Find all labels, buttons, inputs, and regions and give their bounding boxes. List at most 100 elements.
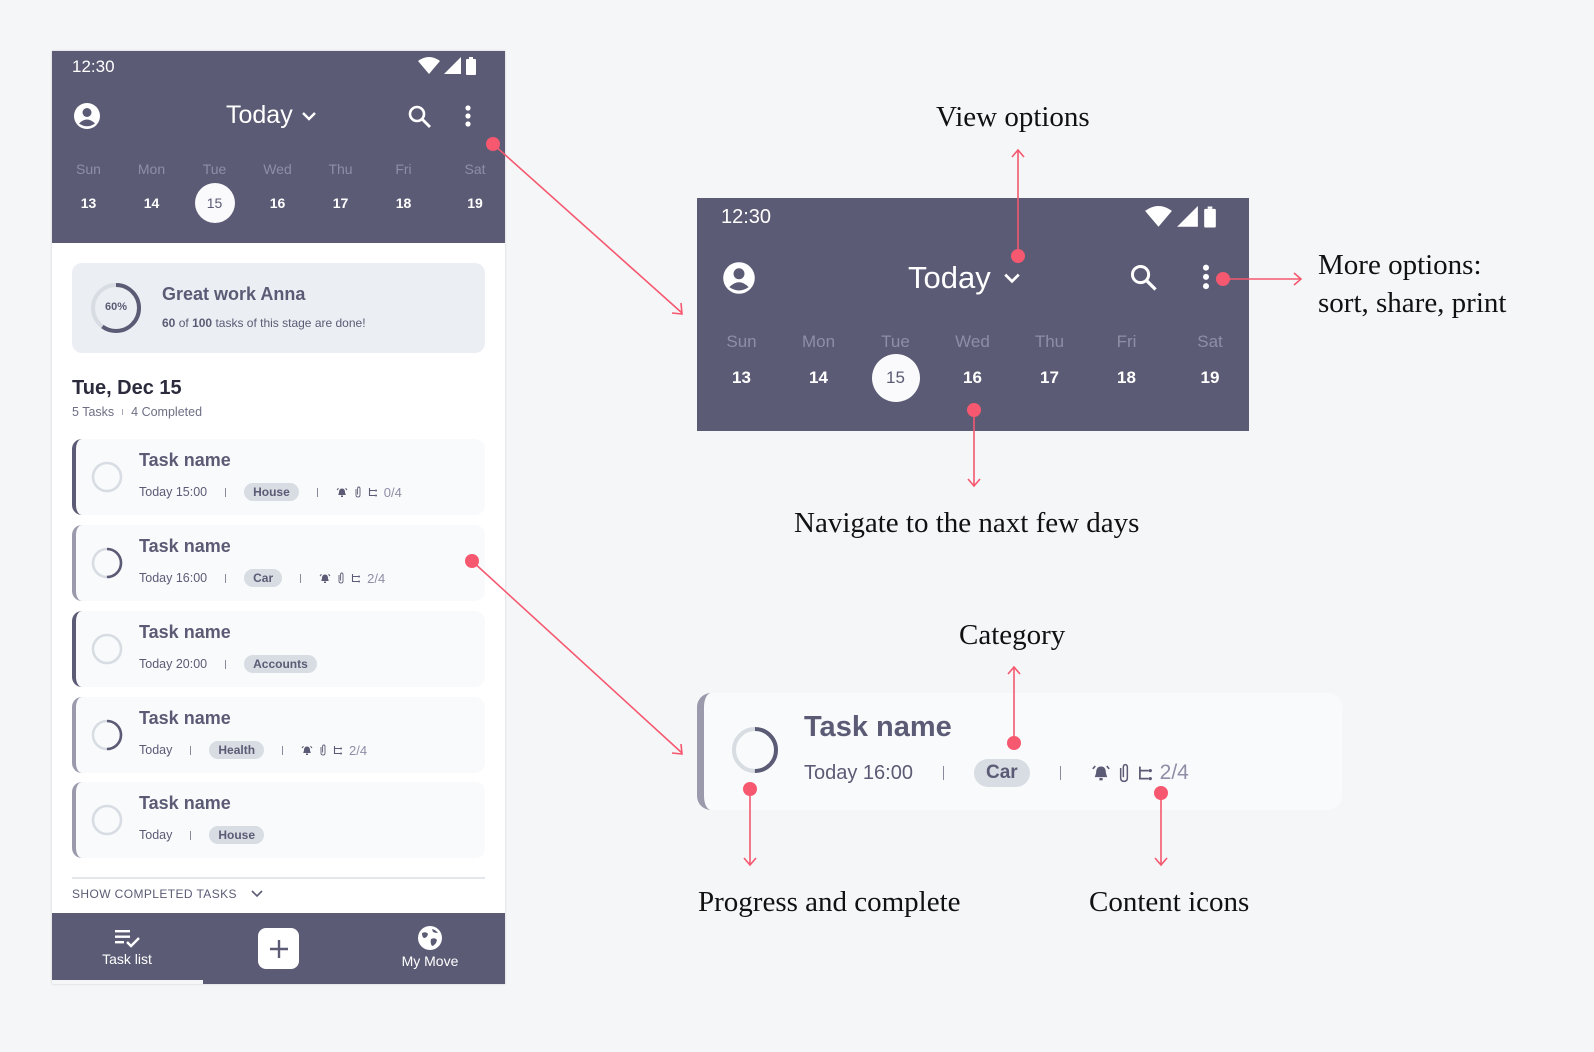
separator (300, 573, 302, 583)
day-wed[interactable]: Wed 16 (246, 161, 309, 223)
annotation-category: Category (959, 619, 1066, 651)
day-mon[interactable]: Mon 14 (120, 161, 183, 223)
chevron-down-icon (1004, 273, 1020, 284)
task-name: Task name (139, 450, 231, 470)
category-chip[interactable]: Car (244, 569, 283, 587)
task-complete-checkbox[interactable] (90, 803, 124, 837)
active-tab-indicator (52, 980, 203, 984)
nav-my-move[interactable]: My Move (385, 925, 475, 969)
annotation-progress: Progress and complete (698, 886, 961, 918)
subtask-count: 2/4 (349, 742, 368, 758)
day-tue-selected[interactable]: Tue 15 (183, 161, 246, 223)
task-card[interactable]: Task name Today 15:00 House 0/4 (72, 439, 485, 515)
task-name: Task name (804, 711, 952, 743)
attachment-icon (320, 744, 326, 756)
day-fri[interactable]: Fri 18 (372, 161, 435, 223)
task-list-icon (115, 930, 140, 948)
day-thu[interactable]: Thu 17 (309, 161, 372, 223)
task-card[interactable]: Task name Today House (72, 782, 485, 858)
progress-percent: 60% (104, 301, 128, 313)
day-tue-selected: Tue 15 (857, 332, 934, 402)
task-time: Today (139, 743, 173, 757)
connector-navigate-arrowhead (967, 478, 981, 488)
connector-header-line (492, 143, 683, 314)
connector-category-arrowhead (1007, 665, 1021, 675)
annotation-view-options: View options (936, 101, 1090, 133)
header-detail-panel: 12:30 Today Sun 13 Mon 14 Tue 15 Wed 16 Thu 1… (697, 198, 1249, 431)
separator (225, 573, 227, 583)
task-complete-checkbox[interactable] (90, 632, 124, 666)
attachment-icon (1119, 763, 1128, 783)
category-chip[interactable]: House (209, 826, 265, 844)
task-time: Today 16:00 (139, 571, 208, 585)
separator (316, 487, 318, 497)
wifi-icon (418, 57, 440, 74)
show-completed-toggle[interactable]: SHOW COMPLETED TASKS (72, 887, 263, 901)
task-complete-checkbox[interactable] (90, 718, 124, 752)
task-meta: Today 16:00 Car 2/4 (139, 569, 385, 587)
task-detail-panel: Task name Today 16:00 Car 2/4 (697, 693, 1342, 810)
more-vert-icon[interactable] (463, 104, 473, 130)
task-complete-checkbox[interactable] (90, 546, 124, 580)
status-time: 12:30 (721, 206, 772, 228)
content-icons: 2/4 (301, 743, 367, 758)
task-card[interactable]: Task name Today Health 2/4 (72, 697, 485, 773)
task-card[interactable]: Task name Today 20:00 Accounts (72, 611, 485, 687)
separator (225, 487, 227, 497)
separator (122, 409, 124, 415)
progress-summary-card: 60% Great work Anna 60 of 100 tasks of t… (72, 263, 485, 353)
add-task-button[interactable] (258, 928, 299, 969)
task-name: Task name (139, 536, 231, 556)
category-chip[interactable]: House (244, 483, 299, 501)
content-icons: 2/4 (1091, 761, 1189, 785)
annotation-more-options-2: sort, share, print (1318, 287, 1507, 319)
subtask-icon (368, 488, 377, 497)
annotation-more-options-1: More options: (1318, 249, 1482, 281)
view-selector[interactable]: Today (226, 101, 317, 130)
task-card[interactable]: Task name Today 16:00 Car 2/4 (72, 525, 485, 601)
status-time: 12:30 (72, 57, 115, 76)
account-circle-icon (723, 262, 755, 294)
day-sun[interactable]: Sun 13 (57, 161, 120, 223)
globe-icon (418, 926, 442, 950)
attachment-icon (355, 486, 361, 498)
subtask-icon (1138, 766, 1152, 781)
day-sat[interactable]: Sat 19 (435, 161, 505, 223)
battery-icon (466, 57, 476, 75)
task-complete-checkbox[interactable] (90, 460, 124, 494)
content-icons: 2/4 (319, 571, 385, 586)
separator (190, 745, 192, 755)
category-chip[interactable]: Health (209, 741, 265, 759)
attachment-icon (338, 572, 344, 584)
subtask-icon (352, 574, 361, 583)
account-circle-icon[interactable] (73, 102, 101, 130)
task-time: Today 20:00 (139, 657, 208, 671)
task-name: Task name (139, 708, 231, 728)
separator (282, 745, 284, 755)
more-vert-icon (1203, 264, 1209, 290)
week-strip: Sun 13 Mon 14 Tue 15 Wed 16 Thu 17 Fri 18 Sat 1… (703, 332, 1255, 402)
day-sat: Sat 19 (1197, 332, 1223, 387)
phone-screen: 12:30 Today Sun13 Mon14 Tue15 Wed16 (52, 51, 505, 984)
chevron-down-icon (251, 890, 263, 898)
content-icons: 0/4 (336, 485, 402, 500)
connector-header-arrowhead (671, 302, 683, 315)
nav-task-list[interactable]: Task list (82, 927, 172, 967)
task-time: Today 15:00 (139, 485, 208, 499)
date-heading: Tue, Dec 15 (72, 377, 182, 399)
wifi-icon (1145, 206, 1172, 227)
subtask-icon (333, 746, 343, 755)
date-subheading: 5 Tasks 4 Completed (72, 405, 203, 419)
task-meta: Today House (139, 826, 265, 844)
signal-icon (1177, 206, 1198, 227)
connector-view-options-arrowhead (1011, 148, 1025, 158)
day-thu: Thu 17 (1034, 332, 1065, 387)
summary-subtitle: 60 of 100 tasks of this stage are done! (162, 316, 366, 330)
alarm-icon (319, 573, 331, 583)
category-chip[interactable]: Accounts (244, 655, 317, 673)
task-name: Task name (139, 622, 231, 642)
bottom-navigation: Task list My Move (52, 913, 505, 984)
search-icon[interactable] (407, 104, 433, 130)
signal-icon (444, 57, 461, 74)
subtask-count: 2/4 (367, 570, 386, 586)
